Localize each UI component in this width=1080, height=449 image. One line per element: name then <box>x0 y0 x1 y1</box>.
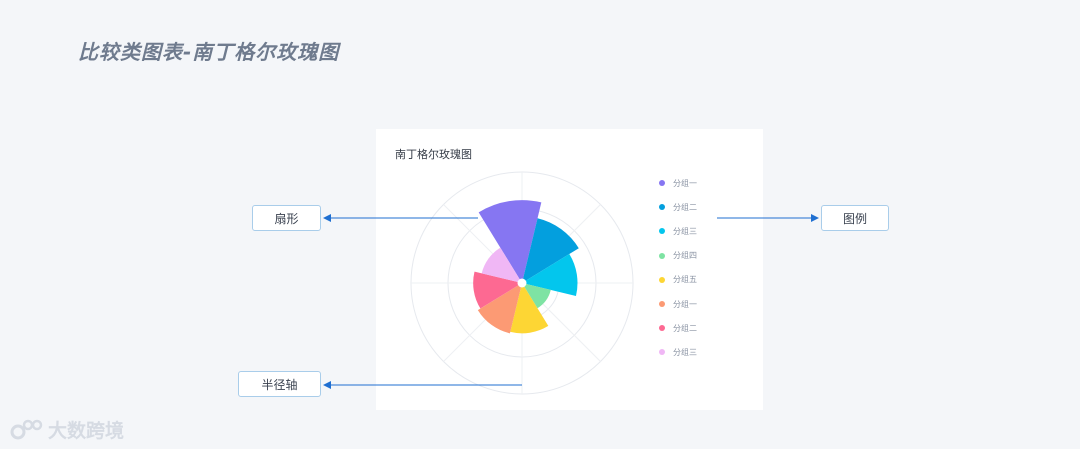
brand-watermark: 大数跨境 <box>10 416 124 443</box>
sector-callout: 扇形 <box>252 205 321 231</box>
radial-axis-callout: 半径轴 <box>238 371 321 397</box>
brand-text: 大数跨境 <box>48 420 125 442</box>
legend-callout: 图例 <box>821 205 889 231</box>
annotation-arrows <box>323 214 819 389</box>
brand-logo-icon <box>10 419 43 439</box>
